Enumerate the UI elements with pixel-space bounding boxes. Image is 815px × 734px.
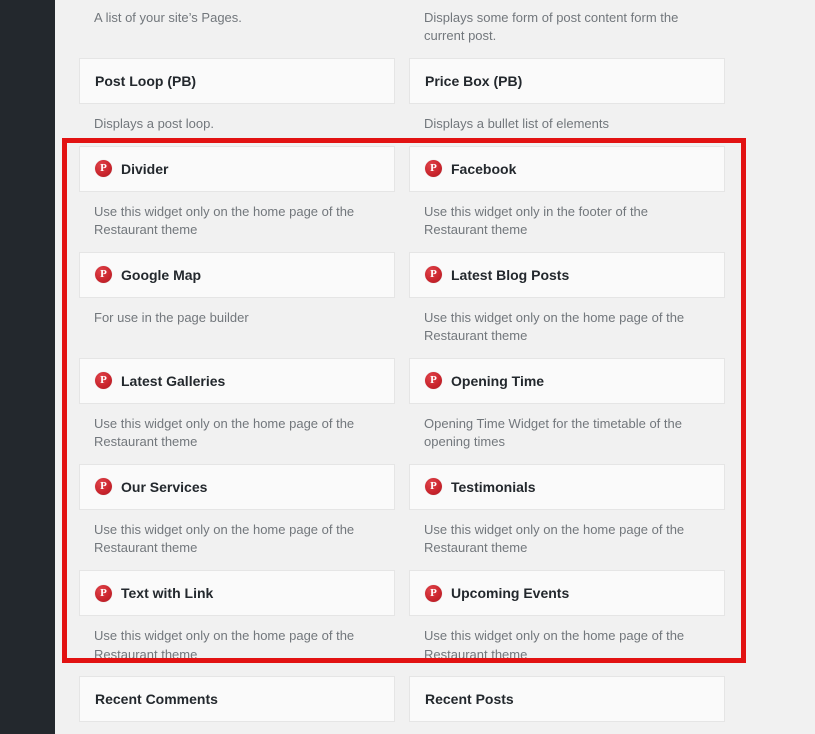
pagebuilder-p-icon: [425, 372, 442, 390]
pagebuilder-p-icon: [95, 266, 112, 284]
widget-description: Use this widget only on the home page of…: [424, 628, 685, 662]
widget-card[interactable]: Google Map: [79, 251, 395, 298]
available-widgets-grid: A list of your site’s Pages. Displays som…: [79, 0, 750, 734]
pagebuilder-p-icon: [95, 372, 112, 390]
widget-description: Use this widget only on the home page of…: [94, 415, 355, 450]
widget-row: Our Services Use this widget only on the …: [79, 463, 750, 570]
widget-row: Divider Use this widget only on the home …: [79, 145, 750, 252]
widget-title: Facebook: [451, 160, 517, 177]
widget-description: Displays a post loop.: [94, 116, 214, 132]
widget-description: Use this widget only on the home page of…: [94, 628, 355, 662]
widget-title: Text with Link: [121, 584, 214, 601]
pagebuilder-p-icon: [95, 160, 112, 178]
widget-title: Our Services: [121, 478, 208, 495]
admin-sidebar: [0, 0, 55, 734]
pagebuilder-p-icon: [425, 584, 442, 602]
widget-description: Use this widget only in the footer of th…: [424, 203, 649, 238]
widget-row: Latest Galleries Use this widget only on …: [79, 357, 750, 464]
widgets-content-area: A list of your site’s Pages. Displays som…: [55, 0, 815, 734]
widget-description: Displays a bullet list of elements: [424, 116, 609, 132]
widget-card[interactable]: Divider: [79, 145, 395, 192]
widget-column-right: Opening Time Opening Time Widget for the …: [409, 357, 725, 464]
widget-card[interactable]: Upcoming Events: [409, 569, 725, 617]
widget-column-right: Latest Blog Posts Use this widget only on…: [409, 251, 725, 358]
widget-title: Google Map: [121, 266, 202, 283]
widget-description: Use this widget only on the home page of…: [94, 522, 355, 556]
widget-card[interactable]: Testimonials: [409, 463, 725, 511]
widget-card[interactable]: Facebook: [409, 145, 725, 192]
widget-column-left: Text with Link Use this widget only on th…: [79, 569, 395, 676]
pagebuilder-p-icon: [95, 478, 112, 496]
widget-column-left: Google Map For use in the page builder: [79, 251, 395, 358]
widget-title: Recent Comments: [95, 691, 218, 708]
pagebuilder-p-icon: [425, 478, 442, 496]
widget-title: Latest Blog Posts: [451, 266, 570, 283]
widget-column-left: A list of your site’s Pages.: [79, 0, 395, 58]
widget-column-right: Displays some form of post content form …: [409, 0, 725, 58]
widget-card[interactable]: Price Box (PB): [409, 57, 725, 105]
widget-card[interactable]: Text with Link: [79, 569, 395, 617]
widget-row: A list of your site’s Pages. Displays som…: [79, 0, 750, 58]
widget-description: Displays some form of post content form …: [424, 10, 679, 44]
widget-row: Recent Comments Your site’s most recent c…: [79, 676, 750, 734]
widget-row: Post Loop (PB) Displays a post loop. Price…: [79, 57, 750, 146]
widget-column-right: Facebook Use this widget only in the foot…: [409, 145, 725, 252]
pagebuilder-p-icon: [95, 584, 112, 602]
widget-card[interactable]: Recent Comments: [79, 676, 395, 723]
widget-description: For use in the page builder: [94, 309, 249, 325]
widget-column-right: Testimonials Use this widget only on the …: [409, 463, 725, 570]
widget-column-left: Latest Galleries Use this widget only on …: [79, 357, 395, 464]
widget-card[interactable]: Latest Blog Posts: [409, 251, 725, 298]
widget-column-left: Post Loop (PB) Displays a post loop.: [79, 57, 395, 146]
widget-column-right: Price Box (PB) Displays a bullet list of …: [409, 57, 725, 146]
widget-description: Opening Time Widget for the timetable of…: [424, 415, 682, 450]
widget-description: Use this widget only on the home page of…: [424, 309, 685, 344]
widget-card[interactable]: Latest Galleries: [79, 357, 395, 404]
widget-column-left: Divider Use this widget only on the home …: [79, 145, 395, 252]
widget-description: Use this widget only on the home page of…: [94, 203, 355, 238]
widget-column-left: Our Services Use this widget only on the …: [79, 463, 395, 570]
widget-row: Text with Link Use this widget only on th…: [79, 569, 750, 676]
widget-title: Post Loop (PB): [95, 72, 197, 89]
widget-column-right: Upcoming Events Use this widget only on t…: [409, 569, 725, 676]
widget-description: Use this widget only on the home page of…: [424, 522, 685, 556]
widget-row: Google Map For use in the page builder Lat…: [79, 251, 750, 358]
widget-title: Divider: [121, 160, 169, 177]
widget-title: Upcoming Events: [451, 584, 570, 601]
widget-column-left: Recent Comments Your site’s most recent c…: [79, 676, 395, 734]
widget-description: Your site’s most recent Posts.: [409, 722, 725, 734]
widget-description: Your site’s most recent comments.: [79, 722, 395, 734]
widget-title: Opening Time: [451, 372, 545, 389]
widget-card[interactable]: Recent Posts: [409, 676, 725, 723]
pagebuilder-p-icon: [425, 160, 442, 178]
widget-card[interactable]: Opening Time: [409, 357, 725, 404]
widget-title: Price Box (PB): [425, 72, 523, 89]
pagebuilder-p-icon: [425, 266, 442, 284]
widget-card[interactable]: Post Loop (PB): [79, 57, 395, 105]
widget-title: Recent Posts: [425, 691, 514, 708]
widget-title: Testimonials: [451, 478, 536, 495]
widget-description: A list of your site’s Pages.: [94, 10, 242, 25]
widget-card[interactable]: Our Services: [79, 463, 395, 511]
widget-column-right: Recent Posts Your site’s most recent Post…: [409, 676, 725, 734]
screen: A list of your site’s Pages. Displays som…: [0, 0, 815, 734]
widget-title: Latest Galleries: [121, 372, 226, 389]
